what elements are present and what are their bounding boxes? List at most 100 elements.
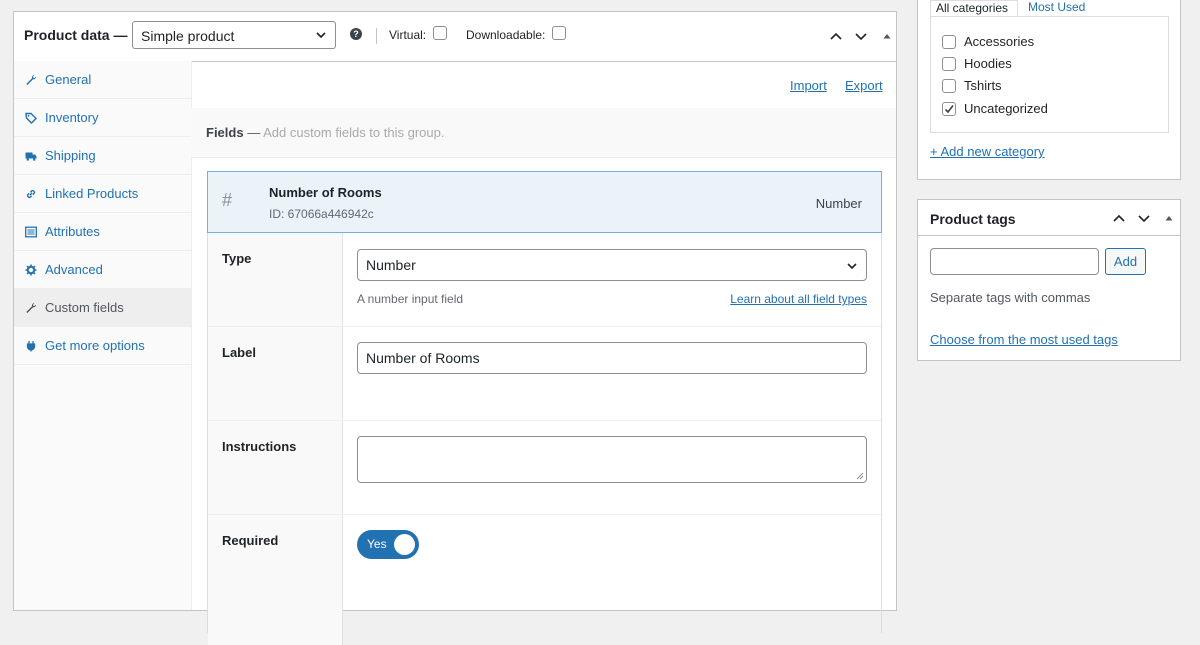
drag-handle-icon[interactable]: # (222, 190, 232, 211)
virtual-label: Virtual: (389, 28, 427, 42)
add-tag-button[interactable]: Add (1105, 248, 1146, 275)
field-type-select[interactable]: Number (357, 249, 867, 281)
category-checkbox[interactable] (942, 101, 956, 116)
setting-label-col: Label (208, 327, 343, 420)
collapse-triangle-icon[interactable] (880, 29, 894, 43)
tab-label: General (45, 72, 92, 87)
label-input[interactable]: Number of Rooms (357, 342, 867, 374)
label-label: Label (222, 345, 256, 360)
tab-label: Advanced (45, 262, 103, 277)
category-item[interactable]: Tshirts (942, 78, 1002, 93)
category-label: Tshirts (964, 78, 1002, 93)
list-icon (25, 226, 37, 237)
downloadable-checkbox[interactable] (552, 26, 566, 40)
add-new-category-link[interactable]: + Add new category (930, 144, 1045, 159)
tab-all-categories[interactable]: All categories (930, 0, 1018, 17)
import-export-bar: Import Export (191, 61, 896, 109)
tab-advanced[interactable]: Advanced (14, 251, 191, 289)
chevron-down-icon[interactable] (1137, 211, 1151, 225)
required-toggle[interactable]: Yes (357, 530, 419, 559)
fields-heading: Fields — Add custom fields to this group… (206, 125, 444, 140)
import-link[interactable]: Import (790, 78, 827, 93)
fields-description: Add custom fields to this group. (263, 125, 445, 140)
choose-most-used-tags-link[interactable]: Choose from the most used tags (930, 332, 1118, 347)
wrench-icon (26, 302, 37, 313)
tab-attributes[interactable]: Attributes (14, 213, 191, 251)
tab-linked-products[interactable]: Linked Products (14, 175, 191, 213)
chevron-down-icon (847, 263, 857, 270)
field-id: ID: 67066a446942c (269, 207, 374, 221)
setting-row-type: Type Number A number input field Learn a… (208, 233, 881, 327)
field-type-value: Number (366, 257, 416, 273)
chevron-up-icon[interactable] (1112, 211, 1126, 225)
tag-icon (25, 112, 37, 124)
tag-input[interactable] (930, 248, 1099, 275)
type-label: Type (222, 251, 252, 266)
category-label: Hoodies (964, 56, 1012, 71)
tab-get-more-options[interactable]: Get more options (14, 327, 191, 365)
setting-label-col: Required (208, 515, 343, 645)
category-checkbox[interactable] (942, 34, 956, 49)
field-type-label: Number (815, 196, 862, 211)
product-type-value: Simple product (141, 28, 235, 44)
type-hint: A number input field (357, 292, 464, 306)
product-tags-title: Product tags (930, 211, 1016, 227)
category-item[interactable]: Hoodies (942, 56, 1012, 71)
tab-general[interactable]: General (14, 61, 191, 99)
chevron-down-icon[interactable] (854, 29, 868, 43)
tab-label: Linked Products (45, 186, 139, 201)
setting-row-label: Label Number of Rooms (208, 327, 881, 421)
instructions-label: Instructions (222, 439, 297, 454)
category-item[interactable]: Accessories (942, 34, 1034, 49)
fields-separator: — (243, 125, 264, 140)
checkmark-icon (944, 104, 954, 113)
product-type-select[interactable]: Simple product (132, 21, 336, 49)
product-data-tabs: General Inventory Shipping Linked Produc… (14, 61, 192, 610)
product-data-panel: Product data — Simple product ? Virtual:… (13, 11, 897, 645)
gear-icon (25, 264, 37, 275)
required-toggle-label: Yes (367, 537, 387, 551)
category-label: Uncategorized (964, 101, 1048, 116)
tab-label: Custom fields (45, 300, 124, 315)
custom-fields-panel: Import Export Fields — Add custom fields… (191, 61, 896, 645)
tab-label: Attributes (45, 224, 100, 239)
header-divider (376, 28, 377, 44)
virtual-checkbox[interactable] (433, 26, 447, 40)
tab-shipping[interactable]: Shipping (14, 137, 191, 175)
field-card[interactable]: # Number of Rooms ID: 67066a446942c Numb… (207, 171, 882, 233)
tab-label: Inventory (45, 110, 99, 125)
product-data-header: Product data — Simple product ? Virtual:… (14, 12, 896, 62)
tag-hint: Separate tags with commas (930, 290, 1091, 305)
product-data-title: Product data — (24, 27, 128, 43)
plugin-icon (26, 340, 36, 351)
product-tags-header: Product tags (918, 200, 1180, 236)
product-categories-box: All categories Most Used Accessories Hoo… (917, 0, 1181, 180)
learn-field-types-link[interactable]: Learn about all field types (730, 292, 867, 306)
field-settings: Type Number A number input field Learn a… (207, 233, 882, 645)
tab-label: Shipping (45, 148, 96, 163)
tab-most-used[interactable]: Most Used (1028, 0, 1085, 14)
category-checkbox[interactable] (942, 56, 956, 71)
field-name: Number of Rooms (269, 185, 382, 200)
category-item[interactable]: Uncategorized (942, 101, 1048, 116)
tab-inventory[interactable]: Inventory (14, 99, 191, 137)
tab-custom-fields[interactable]: Custom fields (14, 289, 191, 327)
resize-grip-icon[interactable] (856, 472, 864, 480)
setting-label-col: Instructions (208, 421, 343, 514)
fields-title: Fields (206, 125, 244, 140)
toggle-knob (394, 534, 415, 555)
wrench-icon (26, 74, 37, 85)
export-link[interactable]: Export (845, 78, 883, 93)
setting-row-instructions: Instructions (208, 421, 881, 515)
product-tags-box: Product tags Add Separate tags with comm… (917, 199, 1181, 361)
instructions-textarea[interactable] (357, 436, 867, 483)
setting-row-required: Required Yes (208, 515, 881, 645)
chevron-down-icon (316, 32, 326, 39)
fields-bar: Fields — Add custom fields to this group… (191, 108, 896, 158)
collapse-triangle-icon[interactable] (1162, 211, 1176, 225)
category-checkbox[interactable] (942, 78, 956, 93)
setting-label-col: Type (208, 233, 343, 326)
help-icon[interactable]: ? (350, 28, 362, 40)
chevron-up-icon[interactable] (829, 29, 843, 43)
required-label: Required (222, 533, 279, 548)
